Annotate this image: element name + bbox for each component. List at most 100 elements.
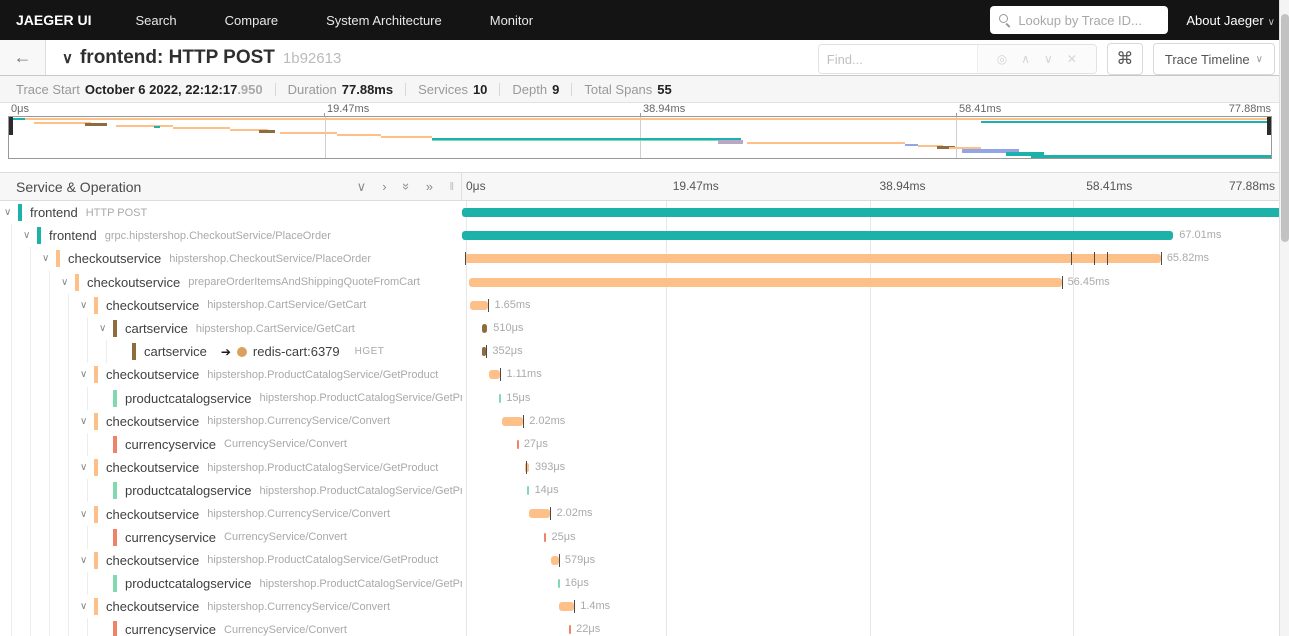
span-collapse-chevron-icon[interactable]: ∨ (80, 509, 94, 520)
span-timeline-cell[interactable]: 1.11ms (462, 363, 1289, 386)
span-timeline-cell[interactable]: 579μs (462, 549, 1289, 572)
span-timeline-cell[interactable]: 27μs (462, 433, 1289, 456)
span-name-cell[interactable]: ∨ checkoutservice hipstershop.CheckoutServ… (0, 247, 462, 271)
span-collapse-chevron-icon[interactable]: ∨ (42, 253, 56, 264)
trace-view-select[interactable]: Trace Timeline ∨ (1152, 43, 1275, 75)
span-name-cell[interactable]: currencyservice CurrencyService/Convert (0, 525, 462, 549)
nav-item-system-architecture[interactable]: System Architecture (326, 13, 442, 28)
span-duration-bar[interactable] (528, 509, 551, 519)
span-collapse-chevron-icon[interactable]: ∨ (80, 601, 94, 612)
span-collapse-chevron-icon[interactable]: ∨ (80, 300, 94, 311)
span-name-cell[interactable]: ∨ frontend HTTP POST (0, 201, 462, 224)
trace-lookup-input[interactable] (990, 6, 1169, 34)
span-collapse-chevron-icon[interactable]: ∨ (80, 416, 94, 427)
span-timeline-cell[interactable]: 67.01ms (462, 224, 1289, 247)
expand-all-icon[interactable]: » (426, 179, 433, 194)
nav-item-search[interactable]: Search (135, 13, 176, 28)
span-name-cell[interactable]: ∨ checkoutservice hipstershop.CurrencyServ… (0, 595, 462, 619)
span-timeline-cell[interactable]: 16μs (462, 572, 1289, 595)
collapse-all-icon[interactable]: » (399, 183, 414, 190)
span-duration-bar[interactable] (465, 254, 1161, 264)
span-timeline-cell[interactable]: 56.45ms (462, 271, 1289, 294)
nav-item-monitor[interactable]: Monitor (490, 13, 533, 28)
span-row[interactable]: ∨ checkoutservice hipstershop.ProductCatal… (0, 548, 1289, 572)
span-duration-bar[interactable] (498, 393, 501, 403)
span-name-cell[interactable]: ∨ checkoutservice hipstershop.CurrencyServ… (0, 502, 462, 526)
span-duration-bar[interactable] (481, 347, 486, 357)
span-row[interactable]: ∨ checkoutservice hipstershop.ProductCatal… (0, 456, 1289, 480)
span-timeline-cell[interactable]: 65.82ms (462, 247, 1289, 270)
back-button[interactable]: ← (0, 40, 46, 75)
span-name-cell[interactable]: ∨ checkoutservice prepareOrderItemsAndShip… (0, 270, 462, 294)
span-duration-bar[interactable] (527, 486, 530, 496)
span-duration-bar[interactable] (468, 277, 1062, 287)
span-duration-bar[interactable] (557, 579, 560, 588)
span-duration-bar[interactable] (470, 300, 489, 310)
span-row[interactable]: ∨ checkoutservice hipstershop.CurrencyServ… (0, 502, 1289, 526)
span-duration-bar[interactable] (551, 555, 559, 565)
span-row[interactable]: ∨ cartservice hipstershop.CartService/GetC… (0, 316, 1289, 341)
find-input[interactable] (818, 45, 977, 73)
vertical-scrollbar[interactable] (1279, 0, 1289, 636)
span-timeline-cell[interactable]: 22μs (462, 618, 1289, 636)
span-duration-bar[interactable] (568, 625, 571, 635)
span-duration-bar[interactable] (489, 370, 501, 380)
span-row[interactable]: productcatalogservice hipstershop.Product… (0, 572, 1289, 596)
minimap-right-drag-handle[interactable] (1267, 117, 1271, 135)
span-timeline-cell[interactable]: 14μs (462, 479, 1289, 502)
span-row[interactable]: ∨ frontend HTTP POST (0, 201, 1289, 224)
next-result-icon[interactable]: ∨ (1044, 52, 1053, 66)
span-row[interactable]: productcatalogservice hipstershop.Product… (0, 386, 1289, 410)
span-collapse-chevron-icon[interactable]: ∨ (61, 277, 75, 288)
span-row[interactable]: ∨ frontend grpc.hipstershop.CheckoutServic… (0, 224, 1289, 248)
span-collapse-chevron-icon[interactable]: ∨ (80, 369, 94, 380)
collapse-one-icon[interactable]: ∨ (357, 179, 367, 195)
span-collapse-chevron-icon[interactable]: ∨ (4, 207, 18, 218)
span-collapse-chevron-icon[interactable]: ∨ (80, 555, 94, 566)
span-timeline-cell[interactable]: 25μs (462, 526, 1289, 549)
span-row[interactable]: currencyservice CurrencyService/Convert 27… (0, 432, 1289, 457)
span-row[interactable]: ∨ checkoutservice hipstershop.CartService/… (0, 293, 1289, 317)
app-brand[interactable]: JAEGER UI (16, 12, 91, 28)
span-name-cell[interactable]: ∨ checkoutservice hipstershop.ProductCatal… (0, 363, 462, 387)
span-row[interactable]: cartservice ➔ redis-cart:6379 HGET 352μs (0, 340, 1289, 364)
span-name-cell[interactable]: ∨ cartservice hipstershop.CartService/GetC… (0, 316, 462, 341)
span-row[interactable]: productcatalogservice hipstershop.Product… (0, 479, 1289, 503)
keyboard-shortcuts-button[interactable]: ⌘ (1106, 43, 1143, 75)
span-duration-bar[interactable] (462, 231, 1174, 241)
span-name-cell[interactable]: currencyservice CurrencyService/Convert (0, 432, 462, 457)
span-timeline-cell[interactable]: 352μs (462, 340, 1289, 363)
span-row[interactable]: ∨ checkoutservice prepareOrderItemsAndShip… (0, 270, 1289, 294)
span-duration-bar[interactable] (516, 439, 519, 449)
trace-minimap[interactable] (8, 116, 1272, 159)
span-duration-bar[interactable] (558, 602, 575, 612)
clear-find-icon[interactable]: ✕ (1067, 52, 1077, 66)
span-row[interactable]: ∨ checkoutservice hipstershop.CurrencyServ… (0, 595, 1289, 619)
span-timeline-cell[interactable]: 2.02ms (462, 410, 1289, 433)
expand-one-icon[interactable]: › (382, 179, 386, 194)
span-collapse-chevron-icon[interactable]: ∨ (80, 462, 94, 473)
scrollbar-thumb[interactable] (1281, 14, 1289, 242)
span-duration-bar[interactable] (481, 323, 488, 333)
span-name-cell[interactable]: ∨ checkoutservice hipstershop.ProductCatal… (0, 456, 462, 480)
span-duration-bar[interactable] (501, 416, 524, 426)
span-timeline-cell[interactable]: 510μs (462, 317, 1289, 340)
span-timeline-cell[interactable]: 2.02ms (462, 502, 1289, 525)
about-jaeger-menu[interactable]: About Jaeger ∨ (1186, 13, 1275, 28)
span-collapse-chevron-icon[interactable]: ∨ (23, 230, 37, 241)
span-timeline-cell[interactable]: 393μs (462, 456, 1289, 479)
span-name-cell[interactable]: productcatalogservice hipstershop.Product… (0, 572, 462, 596)
span-name-cell[interactable]: productcatalogservice hipstershop.Product… (0, 479, 462, 503)
span-name-cell[interactable]: cartservice ➔ redis-cart:6379 HGET (0, 340, 462, 364)
span-timeline-cell[interactable]: 1.65ms (462, 294, 1289, 317)
span-timeline-cell[interactable]: 1.4ms (462, 595, 1289, 618)
span-row[interactable]: ∨ checkoutservice hipstershop.ProductCatal… (0, 363, 1289, 387)
collapse-trace-chevron-icon[interactable]: ∨ (62, 49, 73, 67)
span-timeline-cell[interactable]: 15μs (462, 387, 1289, 410)
span-name-cell[interactable]: ∨ checkoutservice hipstershop.CurrencyServ… (0, 409, 462, 433)
span-name-cell[interactable]: ∨ checkoutservice hipstershop.ProductCatal… (0, 548, 462, 572)
nav-item-compare[interactable]: Compare (225, 13, 278, 28)
column-resize-handle[interactable]: ‖ (449, 181, 455, 193)
span-row[interactable]: ∨ checkoutservice hipstershop.CurrencyServ… (0, 409, 1289, 433)
match-case-icon[interactable]: ◎ (997, 52, 1007, 66)
